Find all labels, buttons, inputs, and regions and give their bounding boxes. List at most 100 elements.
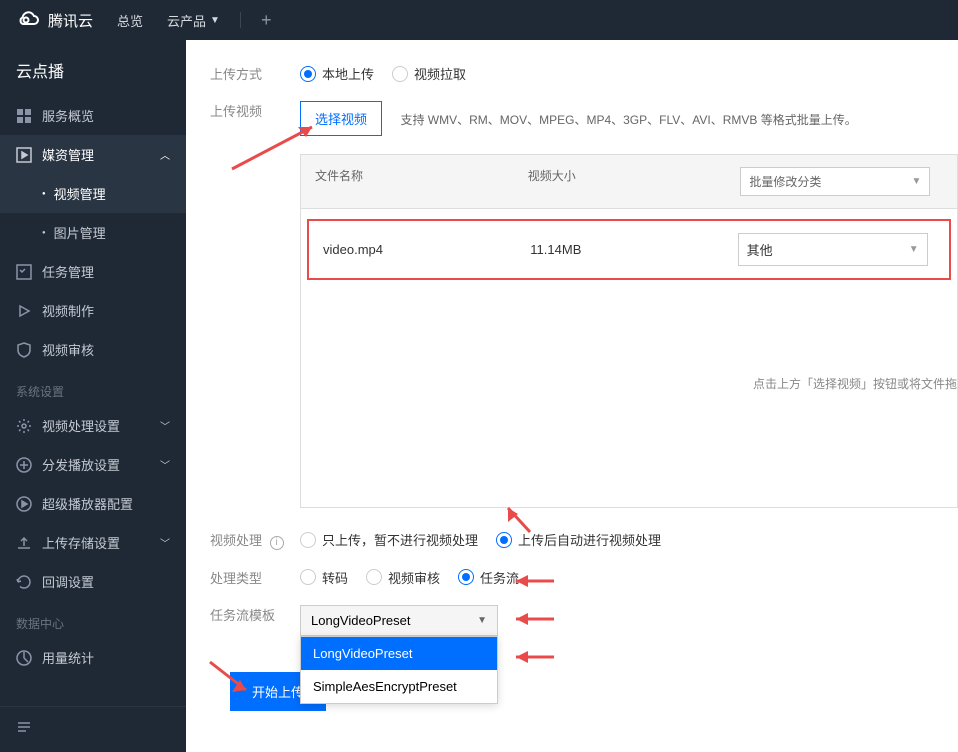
play-icon	[16, 303, 32, 319]
radio-auto-process[interactable]: 上传后自动进行视频处理	[496, 530, 661, 549]
radio-icon	[366, 569, 382, 585]
sidebar-item-label: 媒资管理	[42, 145, 94, 164]
row-category-select[interactable]: 其他 ▼	[738, 233, 928, 266]
add-tab-button[interactable]: +	[261, 10, 272, 31]
chevron-down-icon: ▼	[912, 176, 922, 187]
chevron-down-icon: ▼	[210, 15, 220, 26]
grid-icon	[16, 108, 32, 124]
chevron-up-icon: ︿	[160, 147, 170, 162]
label-process-type: 处理类型	[210, 568, 300, 587]
collapse-icon	[16, 719, 32, 735]
brand-name: 腾讯云	[48, 10, 93, 31]
sidebar-item-dist-play-settings[interactable]: 分发播放设置 ﹀	[0, 445, 186, 484]
info-icon[interactable]: i	[270, 536, 284, 550]
format-hint: 支持 WMV、RM、MOV、MPEG、MP4、3GP、FLV、AVI、RMVB …	[400, 113, 856, 127]
sidebar-item-label: 上传存储设置	[42, 533, 120, 552]
select-value: 其他	[747, 240, 773, 259]
sidebar-item-image-mgmt[interactable]: ●图片管理	[0, 213, 186, 252]
sidebar-item-video-process-settings[interactable]: 视频处理设置 ﹀	[0, 406, 186, 445]
sidebar-item-video-mgmt[interactable]: ●视频管理	[0, 174, 186, 213]
sidebar-item-task-mgmt[interactable]: 任务管理	[0, 252, 186, 291]
radio-icon	[392, 66, 408, 82]
chevron-down-icon: ﹀	[160, 535, 170, 550]
radio-icon	[300, 66, 316, 82]
batch-category-select[interactable]: 批量修改分类 ▼	[740, 167, 930, 196]
table-row: video.mp4 11.14MB 其他 ▼	[307, 219, 951, 280]
label-upload-video: 上传视频	[210, 101, 300, 120]
radio-label: 视频审核	[388, 568, 440, 587]
radio-icon	[458, 569, 474, 585]
sidebar-item-label: 视频审核	[42, 340, 94, 359]
row-task-template: 任务流模板 LongVideoPreset ▼ LongVideoPreset …	[210, 605, 958, 636]
radio-icon	[496, 532, 512, 548]
radio-icon	[300, 532, 316, 548]
radio-label: 转码	[322, 568, 348, 587]
sidebar-item-label: 视频处理设置	[42, 416, 120, 435]
gear-icon	[16, 418, 32, 434]
col-filename: 文件名称	[315, 167, 528, 196]
chevron-down-icon: ﹀	[160, 457, 170, 472]
sidebar: 云点播 服务概览 媒资管理 ︿ ●视频管理 ●图片管理 任务管理 视频制作 视频…	[0, 40, 186, 752]
radio-label: 上传后自动进行视频处理	[518, 530, 661, 549]
cell-size: 11.14MB	[530, 242, 737, 257]
radio-label: 任务流	[480, 568, 519, 587]
label-upload-method: 上传方式	[210, 64, 300, 83]
sidebar-collapse-button[interactable]	[0, 706, 186, 752]
row-video-process: 视频处理 i 只上传，暂不进行视频处理 上传后自动进行视频处理	[210, 530, 958, 550]
radio-transcode[interactable]: 转码	[300, 568, 348, 587]
nav-overview[interactable]: 总览	[117, 11, 143, 30]
select-label: 批量修改分类	[749, 173, 821, 190]
callback-icon	[16, 574, 32, 590]
play-square-icon	[16, 147, 32, 163]
shield-icon	[16, 342, 32, 358]
dropdown-option[interactable]: SimpleAesEncryptPreset	[301, 670, 497, 703]
sidebar-item-video-audit[interactable]: 视频审核	[0, 330, 186, 369]
task-template-select[interactable]: LongVideoPreset ▼	[300, 605, 498, 636]
sidebar-item-super-player[interactable]: 超级播放器配置	[0, 484, 186, 523]
radio-icon	[300, 569, 316, 585]
brand-logo[interactable]: 腾讯云	[16, 8, 93, 32]
col-size: 视频大小	[528, 167, 741, 196]
topbar: 腾讯云 总览 云产品 ▼ +	[0, 0, 958, 40]
chart-icon	[16, 650, 32, 666]
divider	[240, 12, 241, 28]
radio-label: 本地上传	[322, 64, 374, 83]
radio-task-flow[interactable]: 任务流	[458, 568, 519, 587]
main-content: 上传方式 本地上传 视频拉取 上传视频 选择视频 支持 WMV、RM、M	[186, 40, 958, 752]
label-task-template: 任务流模板	[210, 605, 300, 624]
empty-hint: 点击上方「选择视频」按钮或将文件拖	[753, 375, 957, 392]
select-video-button[interactable]: 选择视频	[300, 101, 382, 136]
distribute-icon	[16, 457, 32, 473]
radio-audit[interactable]: 视频审核	[366, 568, 440, 587]
table-header: 文件名称 视频大小 批量修改分类 ▼	[301, 155, 957, 209]
row-upload-video: 上传视频 选择视频 支持 WMV、RM、MOV、MPEG、MP4、3GP、FLV…	[210, 101, 958, 136]
sidebar-section-data: 数据中心	[0, 601, 186, 638]
sidebar-item-label: 回调设置	[42, 572, 94, 591]
dropdown-option[interactable]: LongVideoPreset	[301, 637, 497, 670]
radio-video-pull[interactable]: 视频拉取	[392, 64, 466, 83]
radio-label: 视频拉取	[414, 64, 466, 83]
sidebar-item-media-mgmt[interactable]: 媒资管理 ︿	[0, 135, 186, 174]
sidebar-item-usage-stats[interactable]: 用量统计	[0, 638, 186, 677]
sidebar-item-upload-storage[interactable]: 上传存储设置 ﹀	[0, 523, 186, 562]
chevron-down-icon: ▼	[909, 244, 919, 255]
sidebar-item-label: 视频管理	[54, 184, 106, 203]
sidebar-item-label: 用量统计	[42, 648, 94, 667]
row-process-type: 处理类型 转码 视频审核 任务流	[210, 568, 958, 587]
radio-only-upload[interactable]: 只上传，暂不进行视频处理	[300, 530, 478, 549]
sidebar-section-sys: 系统设置	[0, 369, 186, 406]
sidebar-item-label: 超级播放器配置	[42, 494, 133, 513]
row-upload-method: 上传方式 本地上传 视频拉取	[210, 64, 958, 83]
sidebar-item-callback[interactable]: 回调设置	[0, 562, 186, 601]
cell-filename: video.mp4	[323, 242, 530, 257]
sidebar-item-service-overview[interactable]: 服务概览	[0, 96, 186, 135]
checklist-icon	[16, 264, 32, 280]
dropdown-menu: LongVideoPreset SimpleAesEncryptPreset	[300, 636, 498, 704]
nav-products[interactable]: 云产品 ▼	[167, 11, 220, 30]
sidebar-item-label: 分发播放设置	[42, 455, 120, 474]
sidebar-item-video-production[interactable]: 视频制作	[0, 291, 186, 330]
file-table: 文件名称 视频大小 批量修改分类 ▼ video.mp4 11.14MB 其	[300, 154, 958, 508]
sidebar-item-label: 服务概览	[42, 106, 94, 125]
sidebar-item-label: 任务管理	[42, 262, 94, 281]
radio-local-upload[interactable]: 本地上传	[300, 64, 374, 83]
